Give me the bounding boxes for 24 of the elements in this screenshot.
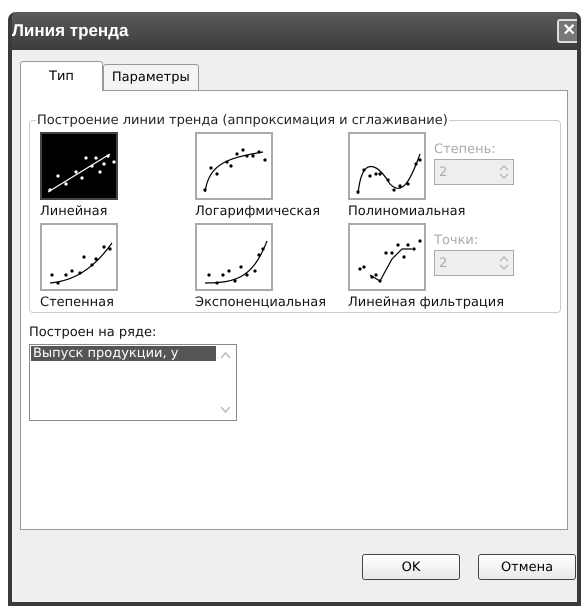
dialog-button[interactable]: OK [362, 554, 460, 580]
trend-type-label[interactable]: Полиномиальная [348, 204, 550, 219]
window-title: Линия тренда [12, 21, 128, 41]
trend-thumbnail[interactable] [348, 223, 426, 291]
trend-type-label[interactable]: Степенная [40, 295, 195, 310]
tab[interactable]: Тип [20, 61, 103, 91]
series-list[interactable]: Выпуск продукции, y [29, 344, 237, 421]
trend-type-label[interactable]: Экспоненциальная [195, 295, 348, 310]
trend-type-label[interactable]: Логарифмическая [195, 204, 348, 219]
trend-thumbnail[interactable] [195, 132, 273, 200]
group-title: Построение линии тренда (аппроксимация и сглаживание) [36, 113, 449, 128]
trend-thumbnail[interactable] [195, 223, 273, 291]
trend-thumbnail[interactable] [40, 132, 118, 200]
list-item[interactable]: Выпуск продукции, y [31, 346, 216, 361]
spinner-label: Степень: [434, 142, 497, 157]
trend-thumbnail[interactable] [40, 223, 118, 291]
tab[interactable]: Параметры [102, 64, 199, 90]
trend-type-label[interactable]: Линейная фильтрация [348, 295, 550, 310]
trend-thumbnail[interactable] [348, 132, 426, 200]
list-label: Построен на ряде: [29, 325, 158, 340]
trend-type-label[interactable]: Линейная [40, 204, 195, 219]
dialog-button[interactable]: Отмена [478, 554, 576, 580]
spinner-label: Точки: [434, 233, 480, 248]
close-button[interactable]: ✕ [557, 19, 577, 43]
